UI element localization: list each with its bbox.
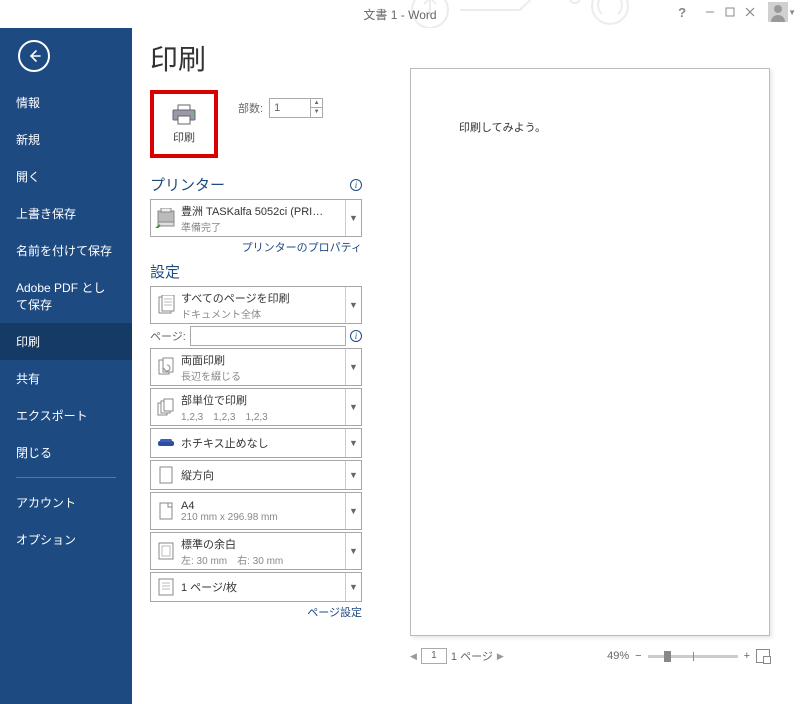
pages-icon — [151, 295, 181, 315]
preview-text: 印刷してみよう。 — [459, 122, 546, 134]
orientation-icon — [151, 466, 181, 484]
printer-name: 豊洲 TASKalfa 5052ci (PRI… — [181, 203, 345, 219]
page-setup-link[interactable]: ページ設定 — [150, 604, 362, 620]
duplex-dropdown[interactable]: 両面印刷 長辺を綴じる ▼ — [150, 348, 362, 386]
paper-icon — [151, 502, 181, 520]
fit-to-window-button[interactable] — [756, 649, 770, 663]
prev-page-button[interactable]: ◀ — [410, 651, 417, 662]
current-page-input[interactable]: 1 — [421, 648, 447, 664]
sidebar-item-share[interactable]: 共有 — [0, 360, 132, 397]
orientation-dropdown[interactable]: 縦方向 ▼ — [150, 460, 362, 490]
collate-icon — [151, 397, 181, 417]
chevron-down-icon: ▼ — [345, 389, 361, 425]
maximize-button[interactable] — [720, 2, 740, 22]
collate-dropdown[interactable]: 部単位で印刷 1,2,3 1,2,3 1,2,3 ▼ — [150, 388, 362, 426]
chevron-down-icon: ▼ — [345, 200, 361, 236]
sidebar-item-save[interactable]: 上書き保存 — [0, 195, 132, 232]
sidebar-item-new[interactable]: 新規 — [0, 121, 132, 158]
sidebar-item-open[interactable]: 開く — [0, 158, 132, 195]
pages-info-icon[interactable]: i — [350, 330, 362, 342]
chevron-down-icon: ▼ — [345, 573, 361, 601]
print-button-label: 印刷 — [173, 129, 195, 145]
backstage-sidebar: 情報 新規 開く 上書き保存 名前を付けて保存 Adobe PDF として保存 … — [0, 28, 132, 704]
page-title: 印刷 — [150, 38, 362, 78]
minimize-button[interactable] — [700, 2, 720, 22]
sidebar-item-saveas[interactable]: 名前を付けて保存 — [0, 232, 132, 269]
chevron-down-icon: ▼ — [345, 533, 361, 569]
sidebar-separator — [16, 477, 116, 478]
help-button[interactable]: ? — [672, 2, 692, 22]
pages-label: ページ: — [150, 328, 186, 344]
printer-dropdown[interactable]: 豊洲 TASKalfa 5052ci (PRI… 準備完了 ▼ — [150, 199, 362, 237]
account-avatar[interactable] — [768, 2, 788, 22]
zoom-in-button[interactable]: + — [744, 650, 750, 662]
pages-input[interactable] — [190, 326, 346, 346]
copies-spinner[interactable]: ▲▼ — [310, 99, 322, 117]
margins-dropdown[interactable]: 標準の余白 左: 30 mm 右: 30 mm ▼ — [150, 532, 362, 570]
zoom-label: 49% — [607, 650, 629, 662]
chevron-down-icon: ▼ — [345, 461, 361, 489]
sidebar-item-print[interactable]: 印刷 — [0, 323, 132, 360]
print-preview-pane: 印刷してみよう。 ◀ 1 1 ページ ▶ 49% − + — [370, 28, 800, 704]
close-button[interactable] — [740, 2, 760, 22]
printer-status: 準備完了 — [181, 219, 345, 234]
account-dropdown-icon[interactable]: ▼ — [788, 8, 796, 17]
settings-section-title: 設定 — [150, 261, 362, 282]
copies-value: 1 — [270, 102, 310, 114]
copies-input[interactable]: 1 ▲▼ — [269, 98, 323, 118]
preview-page: 印刷してみよう。 — [410, 68, 770, 636]
paper-dropdown[interactable]: A4 210 mm x 296.98 mm ▼ — [150, 492, 362, 530]
margins-icon — [151, 542, 181, 560]
per-sheet-dropdown[interactable]: 1 ページ/枚 ▼ — [150, 572, 362, 602]
chevron-down-icon: ▼ — [345, 429, 361, 457]
sidebar-item-adobepdf[interactable]: Adobe PDF として保存 — [0, 269, 132, 323]
per-sheet-icon — [151, 578, 181, 596]
chevron-down-icon: ▼ — [345, 349, 361, 385]
sidebar-item-options[interactable]: オプション — [0, 521, 132, 558]
printer-info-icon[interactable]: i — [350, 179, 362, 191]
sidebar-item-close[interactable]: 閉じる — [0, 434, 132, 471]
sidebar-item-export[interactable]: エクスポート — [0, 397, 132, 434]
zoom-slider[interactable] — [648, 655, 738, 658]
total-pages-label: 1 ページ — [451, 648, 493, 664]
chevron-down-icon: ▼ — [345, 493, 361, 529]
copies-label: 部数: — [238, 100, 263, 116]
next-page-button[interactable]: ▶ — [497, 651, 504, 662]
staple-dropdown[interactable]: ホチキス止めなし ▼ — [150, 428, 362, 458]
printer-icon — [170, 103, 198, 127]
printer-device-icon — [151, 208, 181, 228]
print-button-highlight: 印刷 — [150, 90, 218, 158]
sidebar-item-info[interactable]: 情報 — [0, 84, 132, 121]
printer-properties-link[interactable]: プリンターのプロパティ — [150, 239, 362, 255]
printer-section-title: プリンター — [150, 174, 225, 195]
titlebar: 文書 1 - Word ? ▼ — [0, 0, 800, 28]
back-button[interactable] — [18, 40, 50, 72]
zoom-out-button[interactable]: − — [635, 650, 641, 662]
staple-icon — [151, 437, 181, 449]
sidebar-item-account[interactable]: アカウント — [0, 484, 132, 521]
print-button[interactable]: 印刷 — [156, 96, 212, 152]
chevron-down-icon: ▼ — [345, 287, 361, 323]
print-range-dropdown[interactable]: すべてのページを印刷 ドキュメント全体 ▼ — [150, 286, 362, 324]
print-settings-panel: 印刷 印刷 部数: 1 ▲▼ — [132, 28, 370, 704]
duplex-icon — [151, 357, 181, 377]
